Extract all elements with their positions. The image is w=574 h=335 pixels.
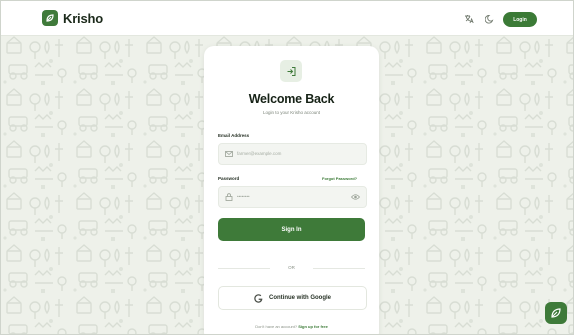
sign-in-button[interactable]: Sign In (218, 218, 365, 241)
email-field[interactable]: farmer@example.com (218, 143, 367, 165)
password-placeholder: •••••••• (237, 194, 250, 199)
app-window: Krisho Login Welcome Back Login to your … (0, 0, 574, 335)
top-navbar: Krisho Login (1, 1, 573, 36)
divider-right (313, 268, 365, 269)
page-subtitle: Login to your Krisho account (262, 110, 321, 115)
password-label: Password (218, 176, 240, 181)
language-icon[interactable] (464, 14, 474, 24)
signup-prompt: Don't have an account? Sign up for free (204, 324, 379, 329)
mail-icon (225, 151, 233, 157)
login-card: Welcome Back Login to your Krisho accoun… (204, 46, 379, 334)
lock-icon (225, 193, 233, 201)
no-account-text: Don't have an account? (255, 324, 298, 329)
google-signin-label: Continue with Google (269, 295, 331, 301)
email-label: Email Address (218, 133, 250, 138)
password-field[interactable]: •••••••• (218, 186, 367, 208)
login-button[interactable]: Login (503, 12, 537, 27)
signup-link[interactable]: Sign up for free (298, 324, 328, 329)
page-title: Welcome Back (248, 92, 335, 106)
leaf-logo-icon (42, 10, 58, 26)
login-icon (280, 60, 302, 82)
google-signin-button[interactable]: Continue with Google (218, 286, 367, 310)
theme-toggle-icon[interactable] (485, 14, 495, 24)
leaf-icon (551, 308, 561, 318)
email-placeholder: farmer@example.com (237, 151, 282, 156)
show-password-eye-icon[interactable] (351, 193, 360, 201)
google-icon (254, 293, 263, 303)
floating-leaf-button[interactable] (545, 302, 567, 324)
forgot-password-link[interactable]: Forgot Password? (322, 176, 357, 181)
brand-name: Krisho (63, 10, 103, 26)
brand[interactable]: Krisho (42, 10, 103, 26)
